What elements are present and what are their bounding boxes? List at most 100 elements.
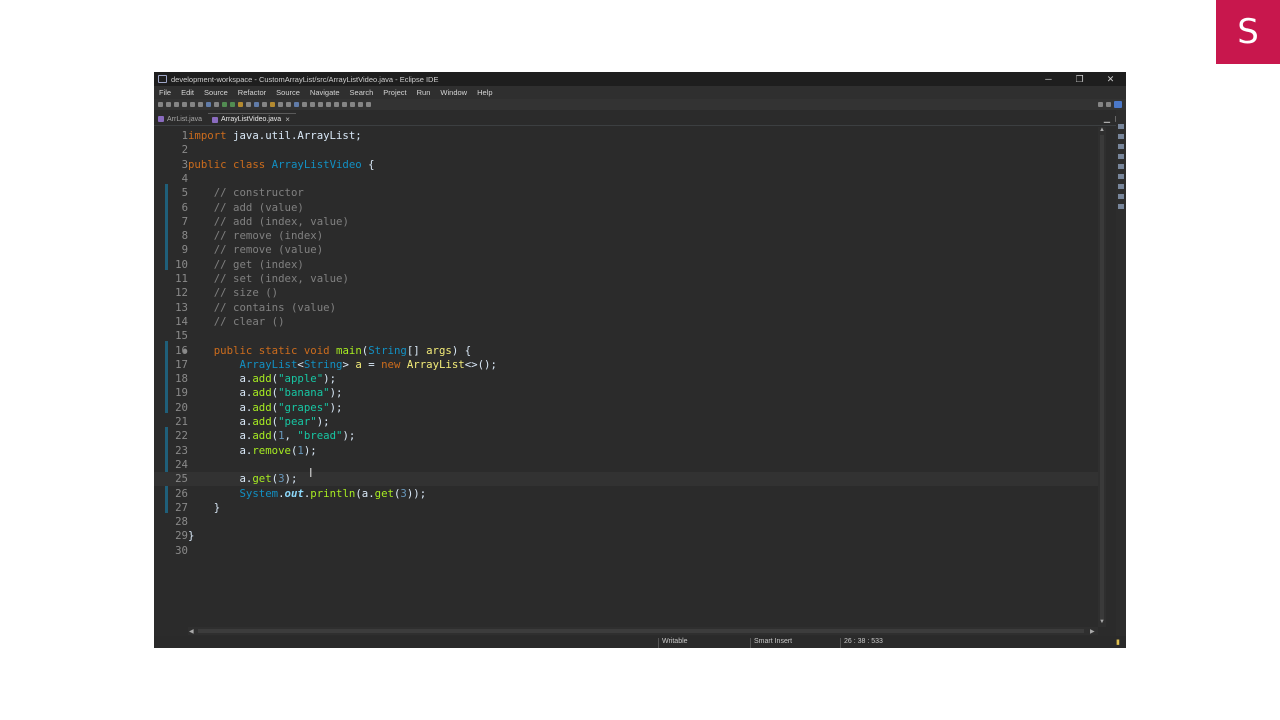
code-token: add [252,400,272,414]
menu-run[interactable]: Run [412,88,436,97]
menu-navigate[interactable]: Navigate [305,88,345,97]
console-icon[interactable] [1118,194,1124,199]
task-list-icon[interactable] [1118,154,1124,159]
code-line[interactable]: 8 // remove (index) [154,229,1106,243]
scroll-thumb[interactable] [198,629,1084,633]
code-line[interactable]: 3 public class ArrayListVideo { [154,158,1106,172]
code-line[interactable]: 18 a.add("apple"); [154,372,1106,386]
close-icon[interactable]: × [285,115,290,124]
progress-icon[interactable] [1118,204,1124,209]
close-button[interactable]: ✕ [1095,74,1126,85]
scroll-up-icon[interactable]: ▲ [1099,127,1105,133]
code-line[interactable]: 10 // get (index) [154,258,1106,272]
problems-icon[interactable] [1118,164,1124,169]
code-line[interactable]: 1 import java.util.ArrayList; [154,129,1106,143]
block-selection-icon[interactable] [310,102,315,107]
outline-icon[interactable] [1118,144,1124,149]
minimize-button[interactable]: ─ [1033,74,1064,84]
scroll-left-icon[interactable]: ◀ [189,628,194,635]
vertical-scrollbar[interactable]: ▲ ▼ [1098,127,1106,627]
code-line[interactable]: 14 // clear () [154,315,1106,329]
tab-arrlist[interactable]: ArrList.java [154,113,208,125]
code-line[interactable]: 20 a.add("grapes"); [154,401,1106,415]
new-package-icon[interactable] [262,102,267,107]
new-java-project-icon[interactable] [254,102,259,107]
code-line[interactable]: 30 [154,544,1106,558]
code-line[interactable]: 15 [154,329,1106,343]
last-edit-location-icon[interactable] [342,102,347,107]
scroll-right-icon[interactable]: ▶ [1090,628,1095,635]
open-perspective-icon[interactable] [1106,102,1111,107]
code-line[interactable]: 22 a.add(1, "bread"); [154,429,1106,443]
code-line[interactable]: 11 // set (index, value) [154,272,1106,286]
new-icon[interactable] [158,102,163,107]
code-line[interactable]: 5 // constructor [154,186,1106,200]
code-line[interactable]: 27 } [154,501,1106,515]
menu-source[interactable]: Source [199,88,233,97]
code-line[interactable]: 17 ArrayList<String> a = new ArrayList<>… [154,358,1106,372]
quick-access-icon[interactable] [1098,102,1103,107]
fold-marker-icon[interactable]: ● [183,344,187,358]
scroll-thumb[interactable] [1100,135,1104,619]
code-line[interactable]: 13 // contains (value) [154,301,1106,315]
menu-source[interactable]: Source [271,88,305,97]
restore-view-icon[interactable] [1118,124,1124,129]
search-icon[interactable] [286,102,291,107]
java-perspective-icon[interactable] [1114,101,1122,108]
undo-icon[interactable] [190,102,195,107]
tab-arraylistvideo[interactable]: ArrayListVideo.java × [208,113,296,125]
menu-file[interactable]: File [154,88,176,97]
next-annotation-icon[interactable] [326,102,331,107]
code-editor[interactable]: 1 import java.util.ArrayList; 2 3 public cla… [154,127,1106,627]
new-class-icon[interactable] [270,102,275,107]
back-icon[interactable] [350,102,355,107]
debug-icon[interactable] [222,102,227,107]
scroll-down-icon[interactable]: ▼ [1099,619,1105,625]
save-icon[interactable] [166,102,171,107]
code-line[interactable]: 21 a.add("pear"); [154,415,1106,429]
code-line[interactable]: 16 ● public static void main(String[] arg… [154,344,1106,358]
code-line[interactable]: 12 // size () [154,286,1106,300]
print-icon[interactable] [182,102,187,107]
external-tools-icon[interactable] [246,102,251,107]
code-line[interactable]: 19 a.add("banana"); [154,386,1106,400]
show-whitespace-icon[interactable] [318,102,323,107]
word-wrap-icon[interactable] [302,102,307,107]
menu-help[interactable]: Help [472,88,497,97]
code-line[interactable]: 25 a.get(3); [154,472,1106,487]
terminal-icon[interactable] [206,102,211,107]
code-line[interactable]: 26 System.out.println(a.get(3)); [154,487,1106,501]
open-type-icon[interactable] [278,102,283,107]
code-line[interactable]: 23 a.remove(1); [154,444,1106,458]
code-line[interactable]: 2 [154,143,1106,157]
code-line[interactable]: 24 [154,458,1106,472]
minimize-editor-icon[interactable]: ▁ [1104,114,1110,123]
code-line[interactable]: 7 // add (index, value) [154,215,1106,229]
skip-breakpoints-icon[interactable] [214,102,219,107]
menu-edit[interactable]: Edit [176,88,199,97]
eclipse-app-icon [158,75,167,83]
javadoc-icon[interactable] [1118,174,1124,179]
code-line[interactable]: 29} [154,529,1106,543]
menu-project[interactable]: Project [378,88,411,97]
code-line[interactable]: 28 [154,515,1106,529]
horizontal-scrollbar[interactable]: ◀ ▶ [188,627,1098,635]
notification-icon[interactable]: ▮ [1116,638,1120,646]
code-line[interactable]: 6 // add (value) [154,201,1106,215]
pin-editor-icon[interactable] [366,102,371,107]
coverage-icon[interactable] [238,102,243,107]
toggle-mark-occurrences-icon[interactable] [294,102,299,107]
save-all-icon[interactable] [174,102,179,107]
run-icon[interactable] [230,102,235,107]
menu-refactor[interactable]: Refactor [233,88,271,97]
forward-icon[interactable] [358,102,363,107]
redo-icon[interactable] [198,102,203,107]
previous-annotation-icon[interactable] [334,102,339,107]
package-explorer-icon[interactable] [1118,134,1124,139]
code-line[interactable]: 9 // remove (value) [154,243,1106,257]
restore-button[interactable]: ❐ [1064,74,1095,85]
menu-search[interactable]: Search [345,88,379,97]
declaration-icon[interactable] [1118,184,1124,189]
menu-window[interactable]: Window [435,88,472,97]
code-line[interactable]: 4 [154,172,1106,186]
